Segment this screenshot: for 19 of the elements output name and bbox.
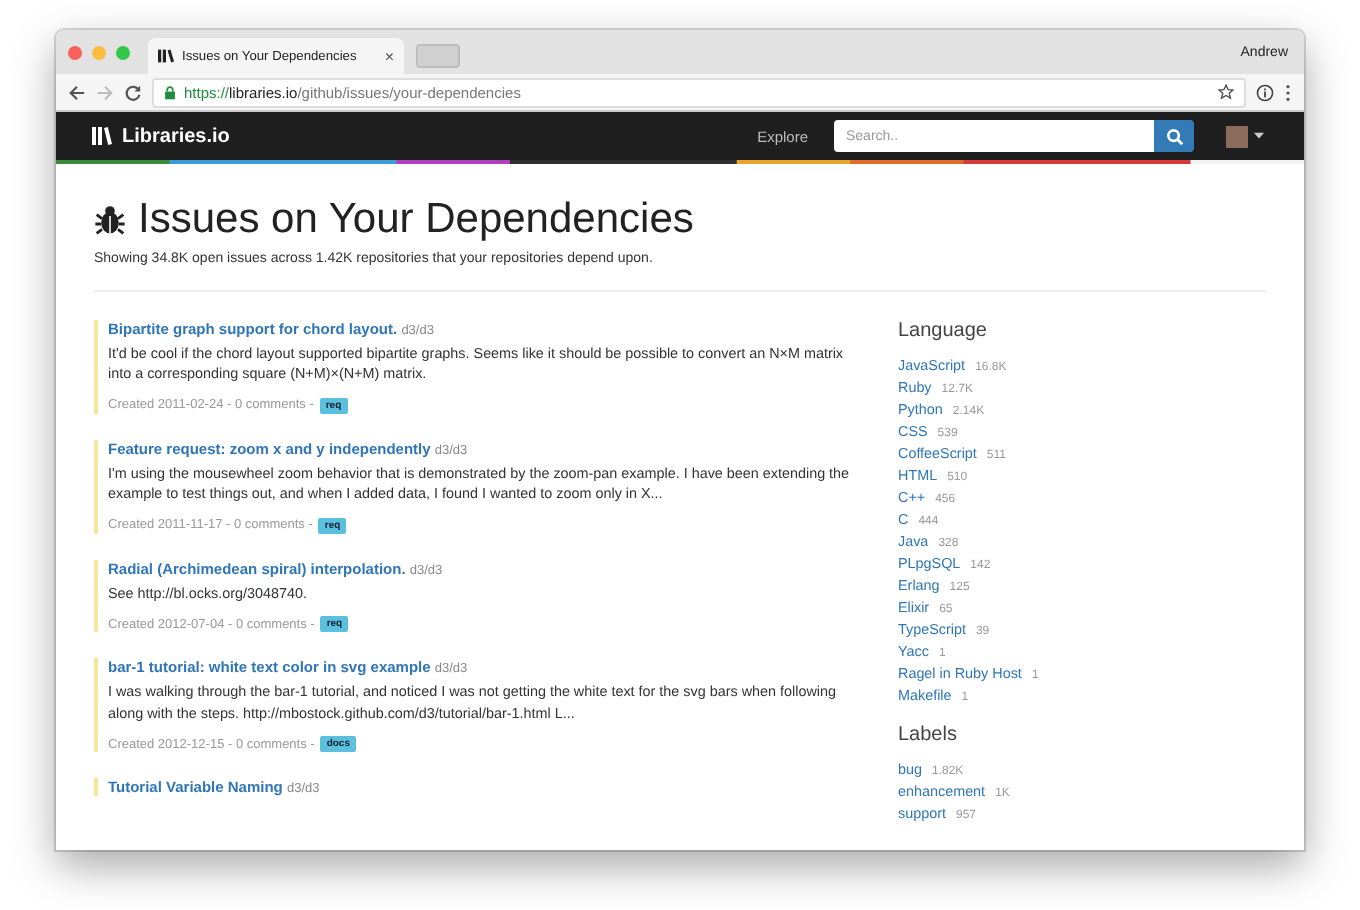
search-icon xyxy=(1165,127,1183,145)
back-icon[interactable] xyxy=(68,83,86,101)
books-icon xyxy=(92,126,112,146)
page-title: Issues on Your Dependencies xyxy=(138,196,694,244)
brand-link[interactable]: Libraries.io xyxy=(92,125,230,147)
reload-icon[interactable] xyxy=(124,83,142,101)
facet-heading: Language xyxy=(898,320,989,342)
star-icon[interactable] xyxy=(1218,84,1234,100)
facet-heading: Labels xyxy=(898,724,959,746)
info-icon[interactable] xyxy=(1256,83,1274,101)
bug-icon xyxy=(94,204,126,236)
close-tab-icon[interactable]: × xyxy=(384,47,394,65)
books-icon xyxy=(158,48,174,64)
lock-icon xyxy=(164,85,176,99)
close-icon[interactable] xyxy=(68,45,82,59)
avatar-placeholder[interactable] xyxy=(1226,125,1248,147)
search-button[interactable] xyxy=(1154,120,1194,152)
caret-icon[interactable] xyxy=(1254,132,1264,140)
menu-icon[interactable] xyxy=(1284,83,1292,101)
